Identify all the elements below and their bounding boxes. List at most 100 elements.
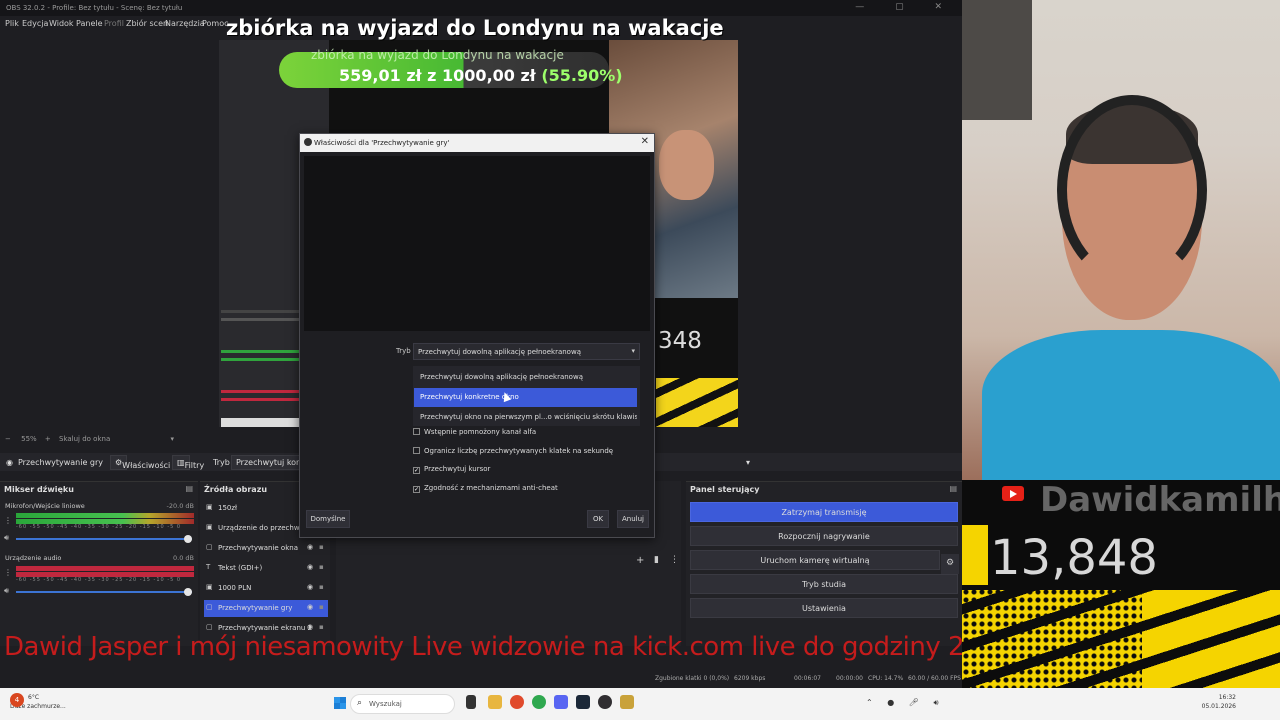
dialog-preview	[304, 156, 650, 331]
mode-label: Tryb	[213, 458, 230, 467]
stop-streaming-button[interactable]: Zatrzymaj transmisję	[690, 502, 958, 522]
weather-widget[interactable]: 4 6°C Duże zachmurze...	[10, 693, 66, 711]
menu-file[interactable]: Plik	[5, 19, 19, 28]
source-name: Tekst (GDI+)	[218, 564, 263, 572]
source-item[interactable]: ▣ 1000 PLN ◉ ▪	[204, 580, 328, 597]
source-item[interactable]: ▢ Przechwytywanie okna ◉ ▪	[204, 540, 328, 557]
app-icon[interactable]	[620, 695, 634, 709]
subscriber-widget: Dawidkamilh 13,848	[962, 480, 1280, 688]
system-tray[interactable]: ⌃ ● 🎤︎ 🔊︎	[866, 698, 945, 708]
eye-icon[interactable]: ◉	[307, 603, 313, 611]
checkbox-premultiplied-alpha[interactable]: Wstępnie pomnożony kanał alfa	[413, 428, 536, 436]
menu-view[interactable]: Widok	[49, 19, 74, 28]
mixer-dock: Mikser dźwięku ▤ Mikrofon/Wejście liniow…	[0, 481, 198, 646]
discord-icon[interactable]	[554, 695, 568, 709]
text-icon: T	[206, 563, 211, 571]
taskbar-search[interactable]: ⌕ Wyszukaj	[350, 694, 455, 714]
chrome-icon[interactable]	[532, 695, 546, 709]
firefox-icon[interactable]	[510, 695, 524, 709]
menu-tools[interactable]: Narzędzia	[165, 19, 205, 28]
subscriber-count: 13,848	[990, 530, 1158, 586]
chevron-down-icon[interactable]: ▾	[170, 435, 174, 443]
mixer-channel-label: Mikrofon/Wejście liniowe	[5, 502, 85, 510]
settings-button[interactable]: Ustawienia	[690, 598, 958, 618]
checkbox-box: ✓	[413, 467, 420, 474]
eye-icon[interactable]: ◉	[307, 583, 313, 591]
windows-start-icon[interactable]	[334, 697, 346, 709]
dropdown-option-highlighted[interactable]: Przechwytuj konkretne okno	[414, 388, 637, 407]
window-controls[interactable]: — ▢ ✕	[855, 2, 956, 12]
time: 16:32	[1218, 694, 1236, 701]
zoom-plus-icon[interactable]: +	[45, 435, 51, 443]
dropdown-option[interactable]: Przechwytuj dowolną aplikację pełnoekran…	[414, 368, 637, 387]
ok-button[interactable]: OK	[587, 510, 609, 528]
checkbox-anti-cheat[interactable]: ✓ Zgodność z mechanizmami anti-cheat	[413, 484, 558, 493]
dock-menu-icon[interactable]: ▤	[185, 484, 193, 493]
mixer-channel-label: Urządzenie audio	[5, 554, 62, 562]
lock-icon[interactable]: ▪	[319, 623, 324, 631]
source-item[interactable]: T Tekst (GDI+) ◉ ▪	[204, 560, 328, 577]
kebab-menu-icon[interactable]: ⋮	[4, 516, 12, 525]
meter-scale: -60 -55 -50 -45 -40 -35 -30 -25 -20 -15 …	[16, 524, 182, 530]
kebab-menu-icon[interactable]: ⋮	[4, 568, 12, 577]
cancel-button[interactable]: Anuluj	[617, 510, 649, 528]
checkbox-limit-fps[interactable]: Ogranicz liczbę przechwytywanych klatek …	[413, 447, 613, 455]
scale-mode[interactable]: Skaluj do okna	[59, 435, 110, 443]
eye-icon[interactable]: ◉	[307, 563, 313, 571]
speaker-icon[interactable]: 🔊︎	[4, 586, 9, 596]
close-icon[interactable]: ✕	[641, 136, 649, 147]
filters-button[interactable]: ▥ Filtry	[172, 455, 204, 470]
source-name: Przechwytywanie ekranu 2	[218, 624, 313, 632]
properties-button[interactable]: ⚙ Właściwości	[110, 455, 170, 470]
obs-icon[interactable]	[598, 695, 612, 709]
source-item-selected[interactable]: ▢ Przechwytywanie gry ◉ ▪	[204, 600, 328, 617]
menu-help[interactable]: Pomoc	[202, 19, 229, 28]
lock-icon[interactable]: ▪	[319, 563, 324, 571]
clock[interactable]: 16:32 05.01.2026	[1202, 693, 1236, 711]
audio-meter	[16, 566, 194, 571]
eye-icon[interactable]: ◉	[307, 623, 313, 631]
studio-mode-button[interactable]: Tryb studia	[690, 574, 958, 594]
chevron-down-icon[interactable]: ▾	[746, 458, 750, 467]
source-name: 150zł	[218, 504, 238, 512]
volume-slider[interactable]	[16, 535, 192, 543]
lock-icon[interactable]: ▪	[319, 583, 324, 591]
menu-profile[interactable]: Profil	[104, 19, 124, 28]
dock-menu-icon[interactable]: ▤	[949, 484, 957, 493]
eye-icon[interactable]: ◉	[307, 543, 313, 551]
controls-dock: Panel sterujący ▤ Zatrzymaj transmisję R…	[686, 481, 962, 646]
checkbox-box	[413, 428, 420, 435]
mode-label: Tryb	[396, 347, 411, 355]
lock-icon[interactable]: ▪	[319, 603, 324, 611]
checkbox-label: Ogranicz liczbę przechwytywanych klatek …	[424, 447, 614, 455]
task-view-icon[interactable]	[466, 695, 476, 709]
bitrate: 6209 kbps	[734, 675, 766, 682]
mode-dropdown[interactable]: Przechwytuj dowolną aplikację pełnoekran…	[413, 343, 640, 360]
file-explorer-icon[interactable]	[488, 695, 502, 709]
donation-raised: 559,01 zł	[339, 66, 422, 85]
checkbox-capture-cursor[interactable]: ✓ Przechwytuj kursor	[413, 465, 490, 474]
virtual-camera-button[interactable]: Uruchom kamerę wirtualną	[690, 550, 940, 570]
menu-scene-collection[interactable]: Zbiór scen	[126, 19, 168, 28]
add-icon[interactable]: +	[636, 555, 644, 566]
preview-sub-count: 348	[658, 328, 702, 354]
properties-dialog: Właściwości dla 'Przechwytywanie gry' ✕ …	[299, 133, 655, 538]
dialog-titlebar: Właściwości dla 'Przechwytywanie gry' ✕	[300, 134, 654, 152]
menu-edit[interactable]: Edycja	[22, 19, 48, 28]
trash-icon[interactable]: ▮	[654, 555, 659, 565]
monitor-icon: ▢	[206, 623, 213, 631]
headline-overlay: zbiórka na wyjazd do Londynu na wakacje	[226, 16, 724, 40]
chevron-down-icon: ▾	[631, 347, 635, 355]
defaults-button[interactable]: Domyślne	[306, 510, 350, 528]
volume-slider[interactable]	[16, 588, 192, 596]
kebab-menu-icon[interactable]: ⋮	[670, 555, 679, 565]
zoom-minus-icon[interactable]: −	[5, 435, 11, 443]
lock-icon[interactable]: ▪	[319, 543, 324, 551]
speaker-icon[interactable]: 🔊︎	[4, 533, 9, 543]
start-recording-button[interactable]: Rozpocznij nagrywanie	[690, 526, 958, 546]
status-bar: Zgubione klatki 0 (0,0%) 6209 kbps 00:06…	[650, 672, 962, 686]
steam-icon[interactable]	[576, 695, 590, 709]
menu-docks[interactable]: Panele	[76, 19, 103, 28]
dropdown-option[interactable]: Przechwytuj okno na pierwszym pl...o wci…	[414, 408, 637, 427]
gear-icon[interactable]: ⚙	[941, 554, 959, 574]
